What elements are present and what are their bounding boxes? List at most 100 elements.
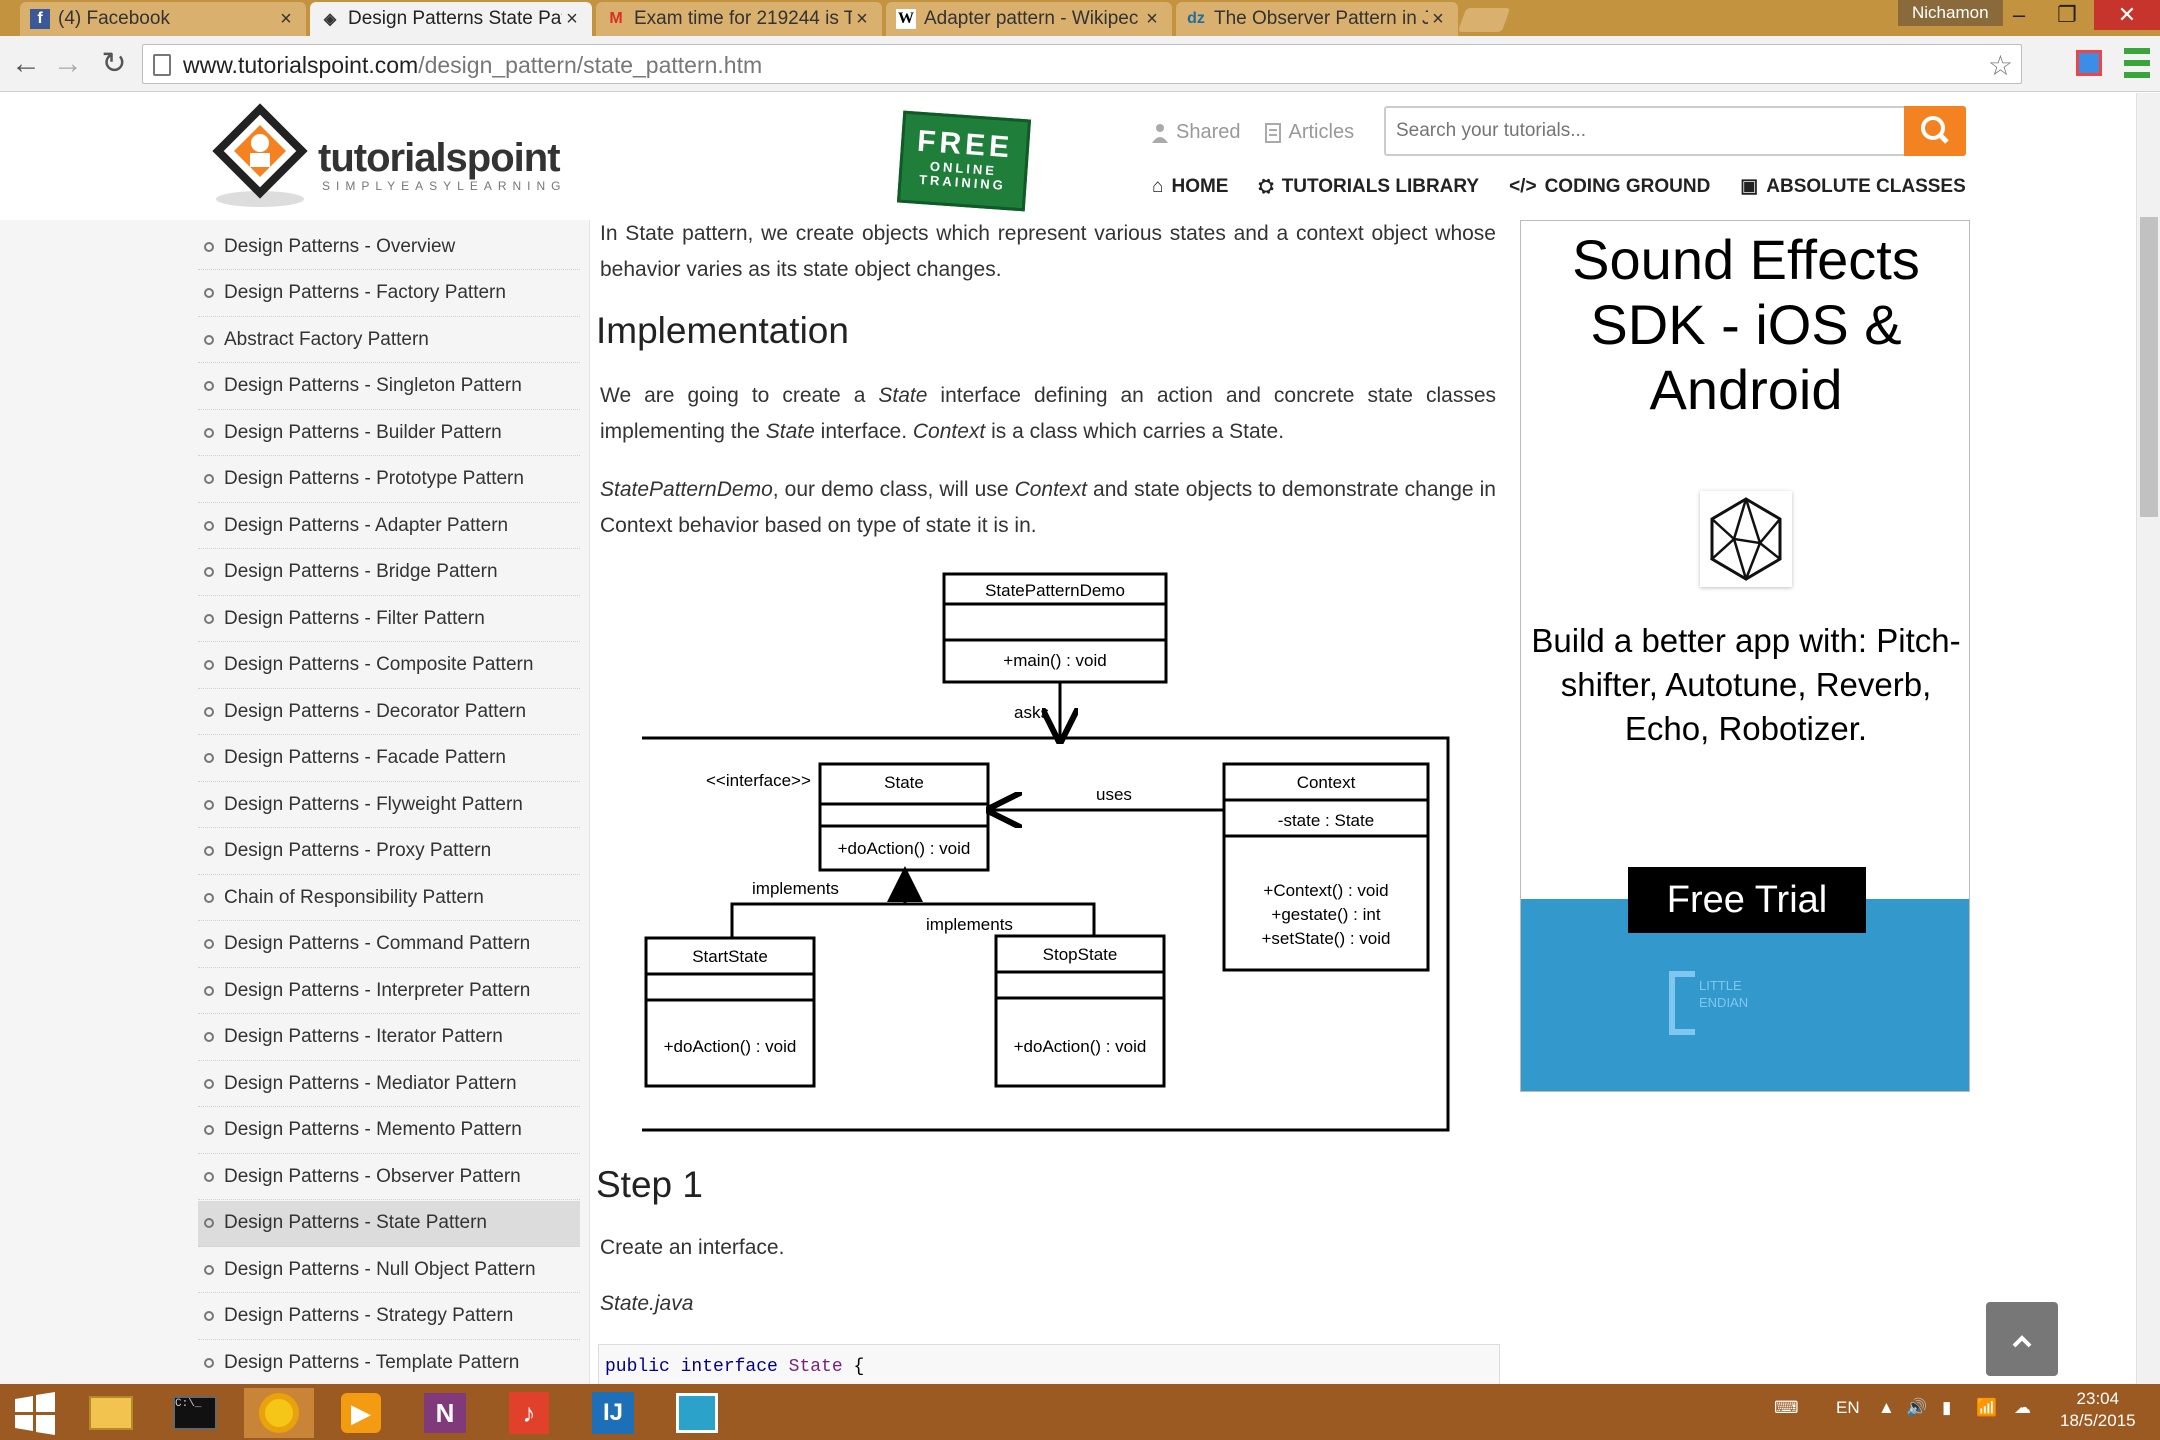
sidebar-item[interactable]: Design Patterns - Template Pattern [198,1340,580,1386]
shared-link[interactable]: Shared [1152,121,1241,144]
close-tab-icon[interactable]: × [1428,8,1448,31]
keyboard-icon[interactable]: ⌨ [1774,1398,1799,1418]
chrome-menu-icon[interactable] [2124,48,2150,78]
sidebar-item-label: Design Patterns - Bridge Pattern [224,561,498,582]
address-bar[interactable]: www.tutorialspoint.com/design_pattern/st… [142,44,2022,84]
sidebar-item[interactable]: Design Patterns - Strategy Pattern [198,1294,580,1340]
battery-icon[interactable]: ▮ [1942,1398,1951,1418]
step1-filename: State.java [600,1292,694,1315]
system-clock[interactable]: 23:04 18/5/2015 [2060,1388,2136,1432]
sidebar-item-label: Design Patterns - Prototype Pattern [224,468,524,489]
tab-label: Design Patterns State Patt [348,8,562,29]
sidebar-item-label: Design Patterns - Command Pattern [224,933,531,954]
sidebar-item-label: Design Patterns - State Pattern [224,1212,487,1233]
nav-tutorials-library[interactable]: ⛭ TUTORIALS LIBRARY [1258,175,1479,198]
search-input[interactable] [1396,116,1896,146]
uml-demo-class: StatePatternDemo +main() : void [942,572,1168,684]
new-tab-button[interactable] [1457,8,1511,32]
close-tab-icon[interactable]: × [276,8,296,31]
nav-coding-ground[interactable]: </> CODING GROUND [1509,175,1710,198]
tab-facebook[interactable]: f (4) Facebook × [20,2,306,36]
weather-icon[interactable]: ☁ [2014,1398,2031,1418]
nav-absolute-classes[interactable]: ▣ ABSOLUTE CLASSES [1740,175,1965,198]
file-explorer-icon[interactable] [76,1388,146,1438]
sidebar-item[interactable]: Design Patterns - Filter Pattern [198,596,580,642]
sidebar-item[interactable]: Design Patterns - Adapter Pattern [198,503,580,549]
free-training-badge[interactable]: FREE ONLINE TRAINING [896,110,1032,212]
sidebar-item[interactable]: Design Patterns - Builder Pattern [198,410,580,456]
intro-paragraph: In State pattern, we create objects whic… [600,222,1496,281]
sidebar-item[interactable]: Design Patterns - Iterator Pattern [198,1015,580,1061]
profile-name[interactable]: Nichamon [1898,0,2003,26]
tab-design-patterns[interactable]: ◈ Design Patterns State Patt × [310,2,592,36]
sidebar-item[interactable]: Design Patterns - Decorator Pattern [198,689,580,735]
sidebar-item[interactable]: Design Patterns - Memento Pattern [198,1108,580,1154]
url-text[interactable]: www.tutorialspoint.com/design_pattern/st… [183,52,762,79]
media-player-icon[interactable]: ▶ [326,1388,396,1438]
sidebar-item[interactable]: Design Patterns - Factory Pattern [198,271,580,317]
free-trial-button[interactable]: Free Trial [1628,867,1866,933]
sidebar-item[interactable]: Chain of Responsibility Pattern [198,875,580,921]
user-icon [1152,123,1168,143]
scrollbar-thumb[interactable] [2140,217,2158,517]
uml-startstate-name: StartState [692,947,768,966]
sidebar-item[interactable]: Design Patterns - Prototype Pattern [198,457,580,503]
site-logo[interactable]: tutorialspoint SIMPLYEASYLEARNING [210,103,590,213]
uml-context-name: Context [1297,773,1356,792]
sidebar-item[interactable]: Design Patterns - Composite Pattern [198,643,580,689]
restore-icon[interactable]: ❐ [2044,0,2090,30]
close-tab-icon[interactable]: × [562,8,582,31]
sidebar-item[interactable]: Design Patterns - Overview [198,224,580,270]
sidebar-item[interactable]: Design Patterns - Proxy Pattern [198,829,580,875]
minimize-icon[interactable]: – [1996,0,2042,30]
sidebar-item[interactable]: Design Patterns - Null Object Pattern [198,1247,580,1293]
nav-home[interactable]: ⌂ HOME [1152,175,1228,198]
search-button[interactable] [1904,106,1966,156]
tab-gmail[interactable]: M Exam time for 219244 is T × [596,2,882,36]
bullet-icon [204,1125,214,1135]
sidebar-item[interactable]: Design Patterns - Flyweight Pattern [198,782,580,828]
close-tab-icon[interactable]: × [852,8,872,31]
sidebar-item[interactable]: Design Patterns - Observer Pattern [198,1154,580,1200]
text: We are going to create a [600,384,879,407]
tray-overflow-icon[interactable]: ▲ [1878,1398,1895,1418]
network-icon[interactable]: 📶 [1976,1398,1997,1418]
language-indicator[interactable]: EN [1836,1398,1860,1418]
tab-dzone[interactable]: dz The Observer Pattern in Ja × [1176,2,1458,36]
sidebar-advertisement[interactable]: Sound Effects SDK - iOS & Android Build … [1520,220,1970,1092]
command-prompt-icon[interactable]: C:\_ [160,1388,230,1438]
articles-link[interactable]: Articles [1264,121,1354,144]
sidebar-item[interactable]: Design Patterns - Singleton Pattern [198,364,580,410]
intellij-icon[interactable]: IJ [578,1388,648,1438]
logo-text: tutorialspoint [318,136,561,180]
start-button[interactable] [0,1388,70,1438]
sidebar-item[interactable]: Design Patterns - State Pattern [198,1200,580,1247]
bullet-icon [204,1264,214,1275]
dzone-icon: dz [1187,10,1205,27]
tab-wikipedia[interactable]: W Adapter pattern - Wikipec × [886,2,1172,36]
volume-icon[interactable]: 🔊 [1906,1398,1927,1418]
back-to-top-button[interactable] [1986,1302,2058,1376]
extension-icon[interactable] [2076,50,2102,76]
sidebar-item[interactable]: Design Patterns - Facade Pattern [198,736,580,782]
chrome-icon[interactable] [244,1388,314,1438]
forward-arrow-icon[interactable]: → [50,46,86,82]
sidebar-item[interactable]: Design Patterns - Bridge Pattern [198,550,580,596]
close-window-icon[interactable]: ✕ [2094,0,2160,30]
sidebar-item[interactable]: Abstract Factory Pattern [198,317,580,363]
reload-icon[interactable]: ↻ [96,46,132,82]
acrobat-icon[interactable]: ♪ [494,1388,564,1438]
sidebar-item-label: Design Patterns - Decorator Pattern [224,700,527,722]
onenote-icon[interactable]: N [410,1388,480,1438]
sidebar-item[interactable]: Design Patterns - Command Pattern [198,922,580,968]
clock-time: 23:04 [2076,1389,2120,1408]
page-scrollbar[interactable] [2136,93,2160,1384]
sidebar-item[interactable]: Design Patterns - Mediator Pattern [198,1061,580,1107]
uml-startstate-class: StartState +doAction() : void [644,936,816,1088]
close-tab-icon[interactable]: × [1142,8,1162,31]
clock-date: 18/5/2015 [2060,1411,2136,1430]
back-arrow-icon[interactable]: ← [8,46,44,82]
photos-icon[interactable] [662,1388,732,1438]
sidebar-item[interactable]: Design Patterns - Interpreter Pattern [198,968,580,1014]
bookmark-star-icon[interactable]: ☆ [1988,49,2013,82]
